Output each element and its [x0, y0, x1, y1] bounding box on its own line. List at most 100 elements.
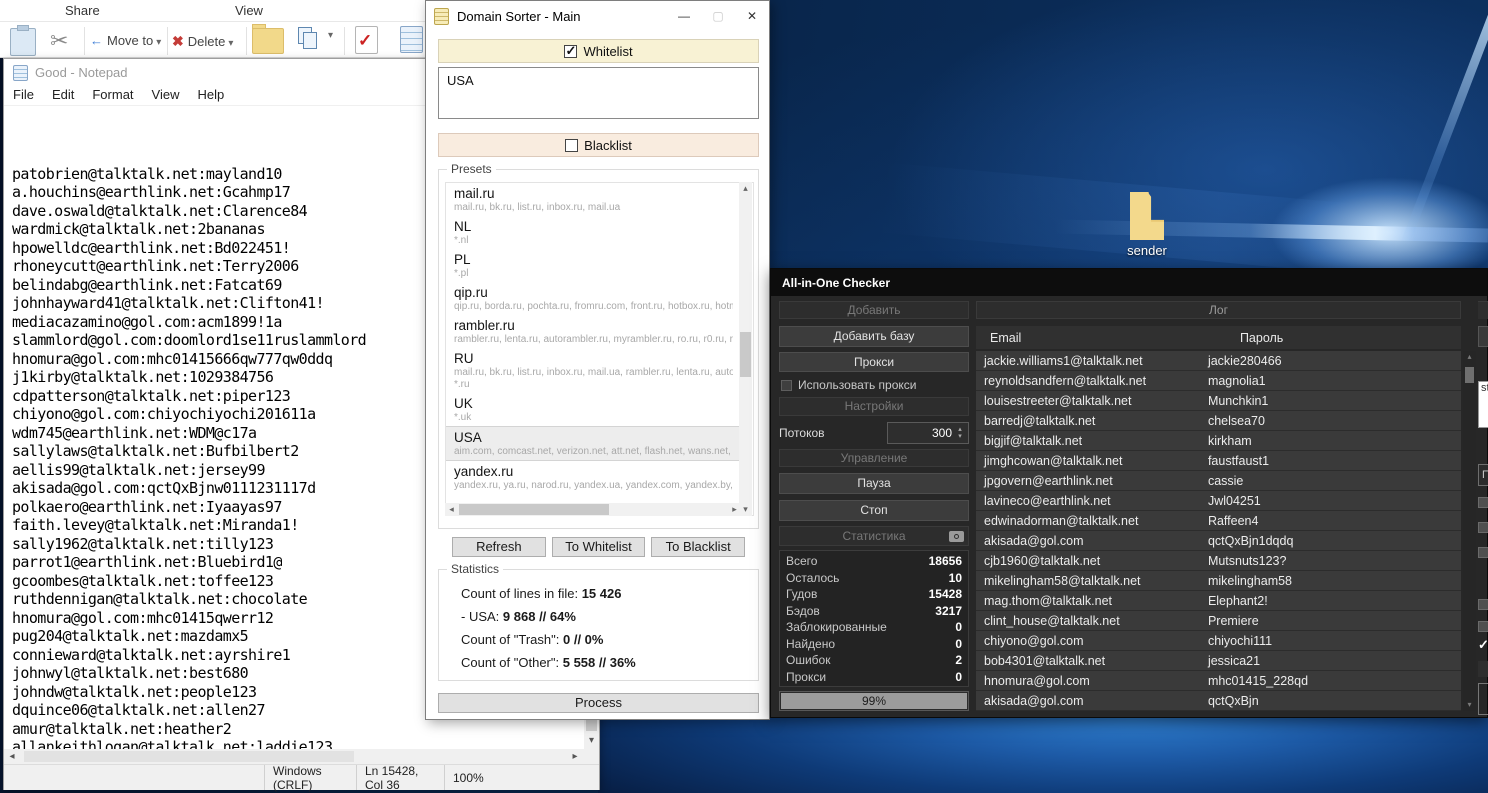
preset-item[interactable]: rambler.ru rambler.ru, lenta.ru, autoram… [446, 315, 741, 348]
use-proxy-checkbox[interactable] [781, 380, 792, 391]
side-panel-checkbox[interactable] [1478, 522, 1488, 533]
preset-name: rambler.ru [454, 318, 733, 334]
log-row[interactable]: mikelingham58@talktalk.net mikelingham58 [976, 571, 1461, 591]
side-panel-button[interactable] [1478, 301, 1488, 319]
add-button: Добавить [779, 301, 969, 319]
menu-item[interactable]: View [143, 86, 189, 105]
log-vertical-scrollbar[interactable]: ▴ ▾ [1463, 351, 1476, 711]
scroll-left-icon[interactable]: ◂ [445, 503, 458, 516]
preset-item[interactable]: RU mail.ru, bk.ru, list.ru, inbox.ru, ma… [446, 348, 741, 393]
scrollbar-thumb[interactable] [740, 332, 751, 377]
sorter-titlebar[interactable]: Domain Sorter - Main — ▢ ✕ [426, 1, 769, 31]
scroll-up-icon[interactable]: ▴ [739, 182, 752, 195]
scroll-down-icon[interactable]: ▾ [584, 733, 599, 749]
scrollbar-thumb[interactable] [459, 504, 609, 515]
log-email-cell: akisada@gol.com [976, 694, 1204, 708]
log-email-cell: mikelingham58@talktalk.net [976, 574, 1204, 588]
preset-item[interactable]: qip.ru qip.ru, borda.ru, pochta.ru, from… [446, 282, 741, 315]
proxy-button[interactable]: Прокси [779, 352, 969, 372]
log-row[interactable]: jpgovern@earthlink.net cassie [976, 471, 1461, 491]
refresh-button[interactable]: Refresh [452, 537, 546, 557]
log-row[interactable]: cjb1960@talktalk.net Mutsnuts123? [976, 551, 1461, 571]
horizontal-scrollbar[interactable]: ◂ ▸ [4, 749, 599, 764]
log-row[interactable]: bob4301@talktalk.net jessica21 [976, 651, 1461, 671]
close-button[interactable]: ✕ [735, 5, 769, 27]
presets-vertical-scrollbar[interactable]: ▴ ▾ [739, 182, 752, 516]
scrollbar-thumb[interactable] [24, 751, 354, 762]
desktop-folder-sender[interactable]: sender [1119, 192, 1175, 264]
log-row[interactable]: edwinadorman@talktalk.net Raffeen4 [976, 511, 1461, 531]
pause-button[interactable]: Пауза [779, 473, 969, 494]
log-table[interactable]: jackie.williams1@talktalk.net jackie2804… [976, 351, 1461, 711]
delete-button[interactable]: ✖Delete▾ [172, 33, 233, 50]
log-row[interactable]: bigjif@talktalk.net kirkham [976, 431, 1461, 451]
log-row[interactable]: jackie.williams1@talktalk.net jackie2804… [976, 351, 1461, 371]
spin-down-icon[interactable]: ▾ [954, 433, 966, 440]
to-whitelist-button[interactable]: To Whitelist [552, 537, 646, 557]
copy-icon[interactable] [298, 27, 324, 53]
preset-item[interactable]: mail.ru mail.ru, bk.ru, list.ru, inbox.r… [446, 183, 741, 216]
side-panel-checkbox[interactable] [1478, 599, 1488, 610]
whitelist-checkbox[interactable]: ✓ [564, 45, 577, 58]
log-row[interactable]: mag.thom@talktalk.net Elephant2! [976, 591, 1461, 611]
log-password-cell: chelsea70 [1204, 414, 1461, 428]
preset-item[interactable]: UK *.uk [446, 393, 741, 426]
sorter-actions: Refresh To Whitelist To Blacklist [452, 537, 745, 557]
statistic-label: Осталось [786, 570, 839, 587]
scrollbar-thumb[interactable] [1465, 367, 1474, 383]
side-panel-textbox[interactable]: st [1478, 381, 1488, 428]
menu-item[interactable]: Edit [43, 86, 83, 105]
tab-share[interactable]: Share [65, 3, 100, 18]
blacklist-checkbox[interactable] [565, 139, 578, 152]
new-folder-icon[interactable] [252, 28, 284, 54]
scroll-right-icon[interactable]: ▸ [728, 503, 741, 516]
preset-item[interactable]: NL *.nl [446, 216, 741, 249]
menu-item[interactable]: File [4, 86, 43, 105]
stop-button[interactable]: Стоп [779, 500, 969, 521]
minimize-button[interactable]: — [667, 5, 701, 27]
cut-icon[interactable]: ✂ [50, 28, 68, 54]
process-button[interactable]: Process [438, 693, 759, 713]
preset-item[interactable]: USA aim.com, comcast.net, verizon.net, a… [446, 426, 741, 461]
email-column-header[interactable]: Email [976, 331, 1204, 345]
properties-icon[interactable]: ✓ [355, 26, 378, 54]
menu-item[interactable]: Help [188, 86, 233, 105]
presets-list[interactable]: mail.ru mail.ru, bk.ru, list.ru, inbox.r… [445, 182, 741, 516]
log-row[interactable]: louisestreeter@talktalk.net Munchkin1 [976, 391, 1461, 411]
preset-item[interactable]: yandex.ru yandex.ru, ya.ru, narod.ru, ya… [446, 461, 741, 494]
edit-icon[interactable] [400, 26, 423, 53]
log-row[interactable]: barredj@talktalk.net chelsea70 [976, 411, 1461, 431]
move-to-button[interactable]: ←Move to▾ [90, 33, 161, 48]
side-panel-checkbox[interactable] [1478, 497, 1488, 508]
log-email-cell: akisada@gol.com [976, 534, 1204, 548]
log-row[interactable]: akisada@gol.com qctQxBjn1dqdq [976, 531, 1461, 551]
scroll-left-icon[interactable]: ◂ [4, 751, 20, 762]
whitelist-input[interactable]: USA [438, 67, 759, 119]
log-row[interactable]: reynoldsandfern@talktalk.net magnolia1 [976, 371, 1461, 391]
presets-horizontal-scrollbar[interactable]: ◂ ▸ [445, 503, 741, 516]
threads-stepper[interactable]: 300 ▴ ▾ [887, 422, 969, 444]
preset-item[interactable]: PL *.pl [446, 249, 741, 282]
progress-bar: 99% [779, 691, 969, 711]
side-panel-checkbox[interactable] [1478, 621, 1488, 632]
add-base-button[interactable]: Добавить базу [779, 326, 969, 347]
side-panel-button[interactable] [1478, 326, 1488, 347]
log-row[interactable]: akisada@gol.com qctQxBjn [976, 691, 1461, 711]
log-row[interactable]: jimghcowan@talktalk.net faustfaust1 [976, 451, 1461, 471]
paste-icon[interactable] [10, 28, 36, 56]
scroll-right-icon[interactable]: ▸ [567, 751, 583, 762]
log-row[interactable]: hnomura@gol.com mhc01415_228qd [976, 671, 1461, 691]
menu-item[interactable]: Format [83, 86, 142, 105]
scroll-down-icon[interactable]: ▾ [1463, 699, 1476, 711]
scroll-up-icon[interactable]: ▴ [1463, 351, 1476, 363]
checker-titlebar[interactable]: All-in-One Checker [771, 269, 1487, 296]
log-row[interactable]: clint_house@talktalk.net Premiere [976, 611, 1461, 631]
spin-up-icon[interactable]: ▴ [954, 426, 966, 433]
camera-icon[interactable] [949, 531, 964, 542]
tab-view[interactable]: View [235, 3, 263, 18]
log-row[interactable]: chiyono@gol.com chiyochi111 [976, 631, 1461, 651]
side-panel-checkbox[interactable] [1478, 547, 1488, 558]
to-blacklist-button[interactable]: To Blacklist [651, 537, 745, 557]
password-column-header[interactable]: Пароль [1204, 331, 1283, 345]
log-row[interactable]: lavineco@earthlink.net Jwl04251 [976, 491, 1461, 511]
